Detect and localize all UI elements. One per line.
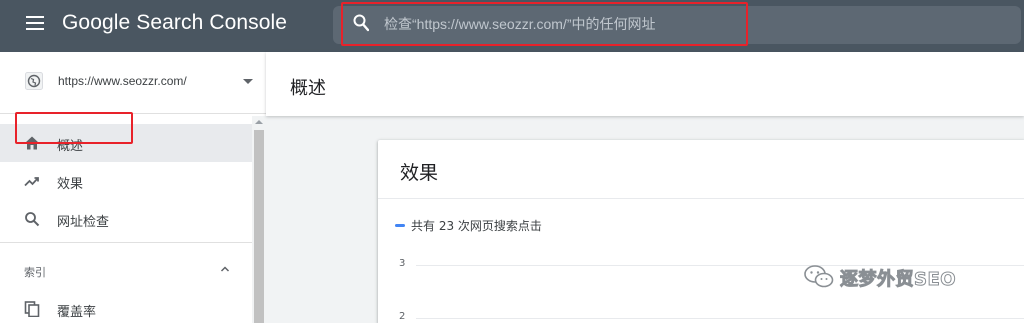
menu-icon[interactable] — [26, 16, 44, 32]
page-title: 概述 — [290, 78, 326, 99]
legend-swatch — [395, 224, 405, 227]
sidebar: https://www.seozzr.com/ 概述 效果 网址检查 索引 覆盖… — [0, 52, 266, 323]
sidebar-item-label: 覆盖率 — [57, 305, 97, 320]
sidebar-scrollbar[interactable] — [252, 116, 266, 323]
watermark-text: 逐梦外贸SEO — [839, 269, 957, 291]
y-tick-label: 3 — [399, 258, 406, 269]
chevron-down-icon[interactable] — [243, 79, 253, 84]
sidebar-item-url-inspection[interactable]: 网址检查 — [0, 200, 252, 238]
copy-icon — [24, 301, 40, 317]
section-label-index: 索引 — [24, 266, 46, 279]
legend-label: 共有 23 次网页搜索点击 — [411, 219, 542, 233]
wechat-icon — [804, 265, 834, 288]
main-header: 概述 — [266, 52, 1024, 116]
wechat-watermark: 逐梦外贸SEO — [804, 262, 1014, 294]
card-divider — [378, 198, 1024, 199]
chevron-up-icon[interactable] — [220, 264, 230, 274]
card-title: 效果 — [400, 162, 439, 184]
scroll-thumb[interactable] — [254, 130, 264, 323]
sidebar-item-label: 效果 — [57, 177, 84, 192]
gridline — [416, 318, 1024, 319]
app-title[interactable]: Google Search Console — [62, 11, 287, 35]
performance-highlight-box — [15, 112, 133, 144]
performance-card[interactable]: 效果 共有 23 次网页搜索点击 3 2 — [378, 140, 1024, 323]
scroll-up-arrow-icon[interactable] — [255, 120, 263, 124]
sidebar-item-label: 网址检查 — [57, 215, 110, 230]
property-url: https://www.seozzr.com/ — [58, 74, 187, 88]
sidebar-item-performance[interactable]: 效果 — [0, 162, 252, 200]
sidebar-divider — [0, 242, 252, 243]
search-icon — [25, 212, 40, 227]
property-selector[interactable]: https://www.seozzr.com/ — [0, 52, 266, 114]
globe-icon — [25, 72, 43, 90]
search-highlight-box — [341, 2, 748, 46]
trending-up-icon — [24, 177, 39, 187]
sidebar-item-coverage[interactable]: 覆盖率 — [0, 290, 252, 323]
y-tick-label: 2 — [399, 311, 406, 322]
